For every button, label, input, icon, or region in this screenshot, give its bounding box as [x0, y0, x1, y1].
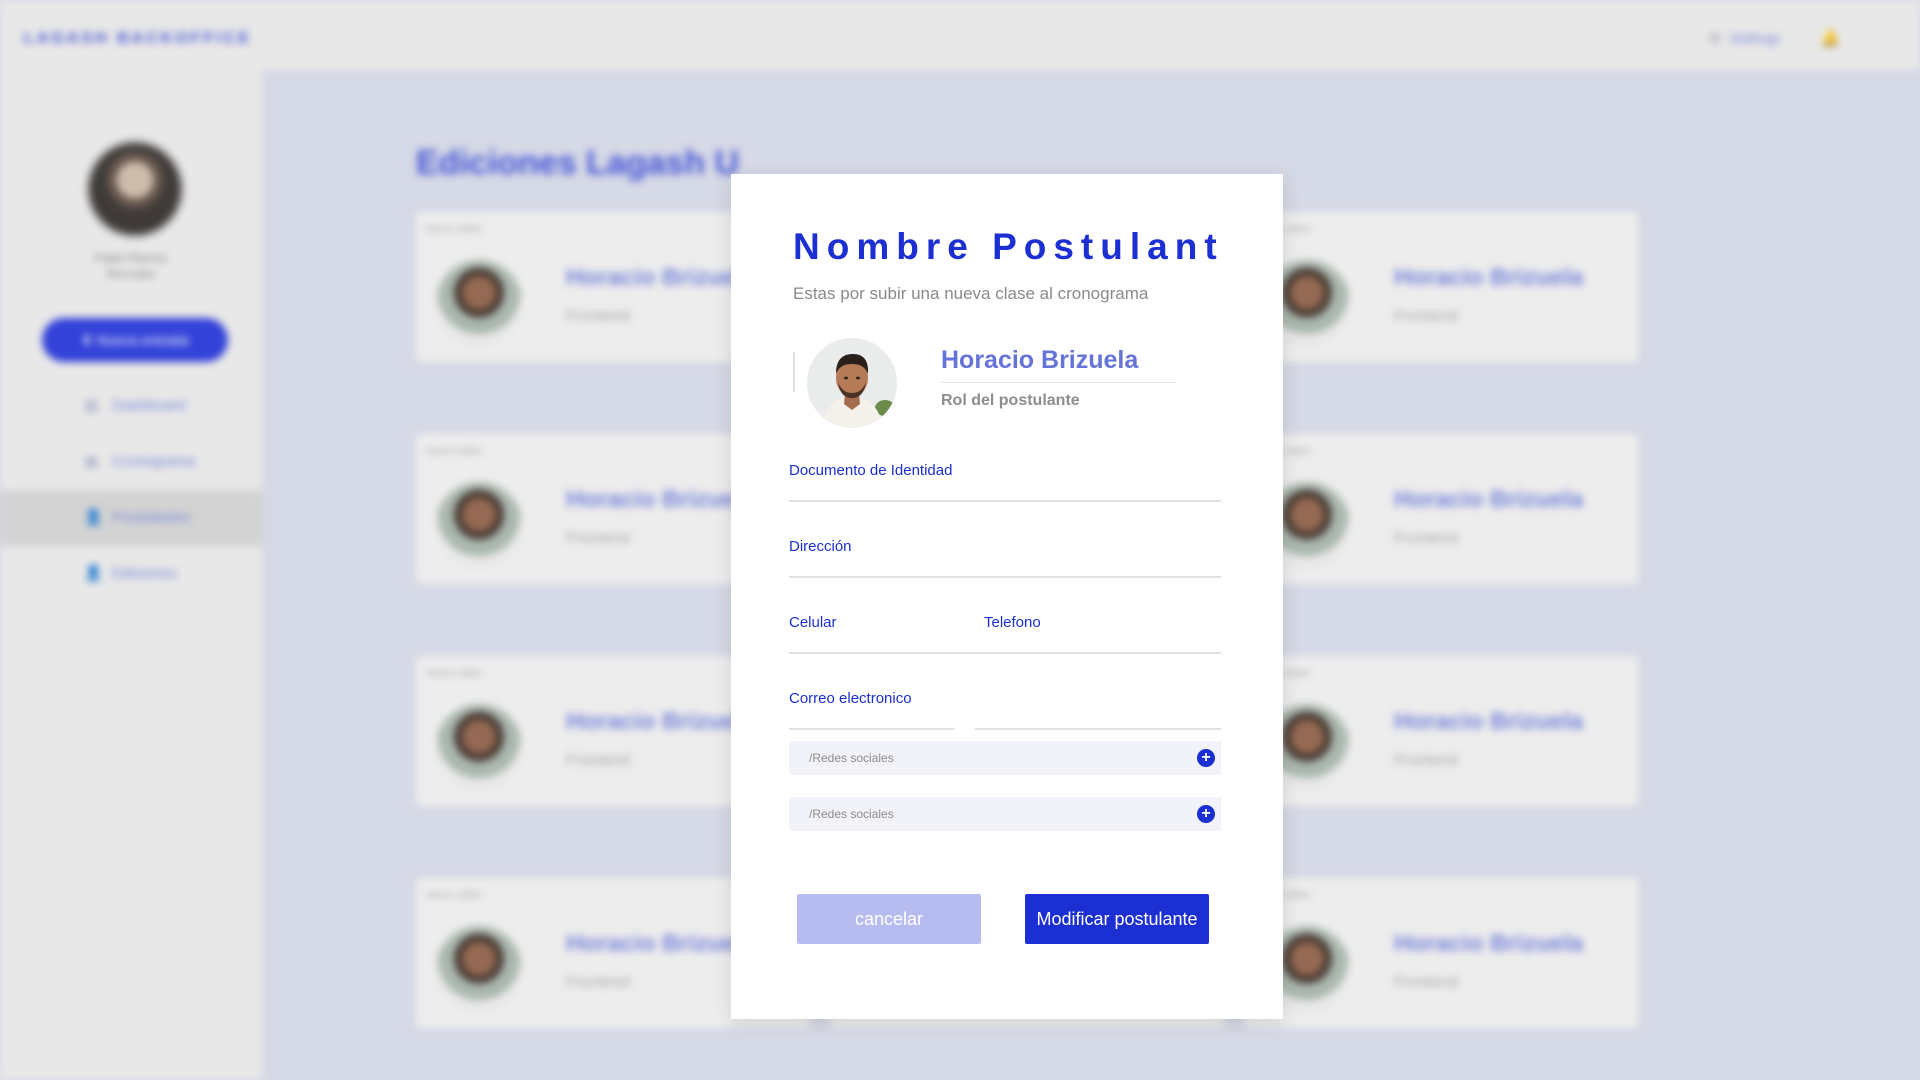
address-label: Dirección	[789, 538, 852, 555]
modal-title: Nombre Postulant	[793, 226, 1224, 267]
document-label: Documento de Identidad	[789, 462, 953, 479]
field-underline	[789, 576, 1221, 578]
email-domain-input[interactable]	[975, 708, 1225, 726]
edit-applicant-modal: Nombre Postulant Estas por subir una nue…	[731, 174, 1283, 1019]
phone-label: Telefono	[984, 614, 1041, 631]
add-icon[interactable]: +	[1197, 805, 1215, 823]
phone-fields: Celular Telefono	[789, 614, 1225, 654]
field-underline	[975, 728, 1221, 730]
email-field[interactable]: Correo electronico	[789, 690, 1225, 730]
applicant-role: Rol del postulante	[941, 392, 1080, 409]
avatar[interactable]	[807, 338, 897, 428]
address-field[interactable]: Dirección	[789, 538, 1225, 578]
field-underline	[789, 500, 1221, 502]
document-field[interactable]: Documento de Identidad	[789, 462, 1225, 502]
email-input[interactable]	[789, 708, 958, 726]
modal-subtitle: Estas por subir una nueva clase al crono…	[793, 284, 1149, 303]
field-underline	[789, 652, 1221, 654]
phone-input[interactable]	[984, 632, 1225, 650]
divider	[941, 382, 1177, 383]
applicant-profile: Horacio Brizuela Rol del postulante	[793, 338, 1213, 434]
add-icon[interactable]: +	[1197, 749, 1215, 767]
avatar-photo	[807, 338, 897, 428]
applicant-name: Horacio Brizuela	[941, 346, 1139, 374]
mobile-input[interactable]	[789, 632, 973, 650]
social-network-input[interactable]: /Redes sociales +	[789, 797, 1221, 831]
email-label: Correo electronico	[789, 690, 912, 707]
social-placeholder: /Redes sociales	[809, 751, 894, 765]
mobile-label: Celular	[789, 614, 837, 631]
social-placeholder: /Redes sociales	[809, 807, 894, 821]
divider	[793, 352, 795, 392]
cancel-button[interactable]: cancelar	[797, 894, 981, 944]
document-input[interactable]	[789, 480, 1225, 498]
field-underline	[789, 728, 954, 730]
address-input[interactable]	[789, 556, 1225, 574]
social-network-input[interactable]: /Redes sociales +	[789, 741, 1221, 775]
modify-applicant-button[interactable]: Modificar postulante	[1025, 894, 1209, 944]
